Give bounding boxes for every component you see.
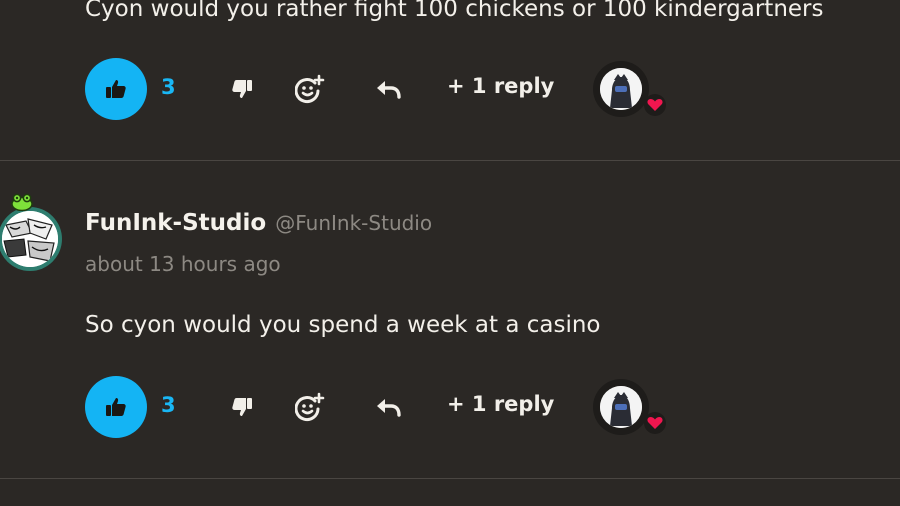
add-reaction-icon (295, 74, 325, 104)
divider (0, 478, 900, 479)
heart-icon (647, 99, 663, 111)
reply-arrow-icon (377, 399, 401, 417)
like-count: 3 (161, 393, 176, 417)
like-button[interactable] (85, 376, 147, 438)
comment-text: So cyon would you spend a week at a casi… (85, 312, 601, 338)
thumbs-up-icon (106, 80, 126, 98)
reply-arrow-icon (377, 81, 401, 99)
replier-avatar[interactable] (593, 61, 666, 117)
dislike-button[interactable] (225, 390, 259, 424)
like-count: 3 (161, 75, 176, 99)
comment-timestamp: about 13 hours ago (85, 252, 281, 276)
author-name[interactable]: FunInk-Studio (85, 210, 266, 236)
reply-button[interactable] (371, 390, 405, 424)
avatar (600, 386, 642, 428)
avatar (600, 68, 642, 110)
heart-icon (647, 417, 663, 429)
author-avatar[interactable] (0, 207, 62, 271)
add-reaction-button[interactable] (293, 72, 327, 106)
view-replies-link[interactable]: + 1 reply (447, 392, 554, 416)
frog-badge-icon (11, 193, 33, 211)
replier-avatar[interactable] (593, 379, 666, 435)
view-replies-link[interactable]: + 1 reply (447, 74, 554, 98)
dislike-button[interactable] (225, 72, 259, 106)
heart-badge (644, 94, 666, 116)
like-button[interactable] (85, 58, 147, 120)
thumbs-down-icon (232, 398, 252, 416)
heart-badge (644, 412, 666, 434)
avatar (2, 211, 58, 267)
add-reaction-button[interactable] (293, 390, 327, 424)
thumbs-down-icon (232, 80, 252, 98)
comments-feed: Cyon would you rather fight 100 chickens… (0, 0, 900, 506)
comment-actions: 3 + 1 reply (85, 58, 685, 120)
author-line: FunInk-Studio @FunInk-Studio (85, 210, 432, 236)
thumbs-up-icon (106, 398, 126, 416)
divider (0, 160, 900, 161)
comment-actions: 3 + 1 reply (85, 376, 685, 438)
comment-text: Cyon would you rather fight 100 chickens… (85, 0, 824, 22)
author-handle[interactable]: @FunInk-Studio (275, 211, 432, 235)
add-reaction-icon (295, 392, 325, 422)
reply-button[interactable] (371, 72, 405, 106)
